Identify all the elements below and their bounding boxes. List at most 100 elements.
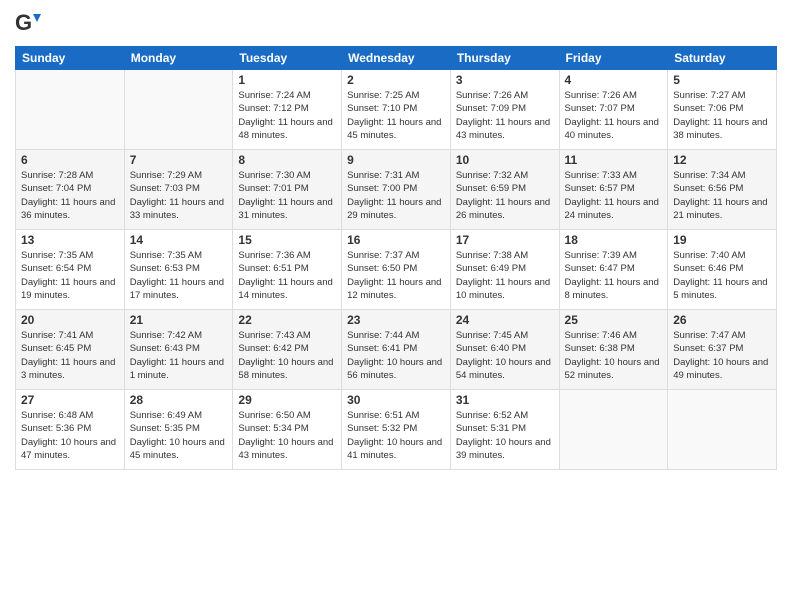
day-info: Sunrise: 7:41 AMSunset: 6:45 PMDaylight:… [21,329,119,382]
calendar-day-cell: 25 Sunrise: 7:46 AMSunset: 6:38 PMDayligh… [559,310,668,390]
calendar-day-cell: 12 Sunrise: 7:34 AMSunset: 6:56 PMDayligh… [668,150,777,230]
day-info: Sunrise: 7:29 AMSunset: 7:03 PMDaylight:… [130,169,228,222]
day-number: 28 [130,393,228,407]
day-number: 7 [130,153,228,167]
calendar-day-cell: 27 Sunrise: 6:48 AMSunset: 5:36 PMDayligh… [16,390,125,470]
day-number: 9 [347,153,445,167]
calendar-day-cell [668,390,777,470]
day-info: Sunrise: 7:35 AMSunset: 6:54 PMDaylight:… [21,249,119,302]
calendar-week-row: 6 Sunrise: 7:28 AMSunset: 7:04 PMDaylight… [16,150,777,230]
calendar-table: SundayMondayTuesdayWednesdayThursdayFrid… [15,46,777,470]
calendar-day-cell [124,70,233,150]
calendar-week-row: 20 Sunrise: 7:41 AMSunset: 6:45 PMDayligh… [16,310,777,390]
day-number: 1 [238,73,336,87]
day-info: Sunrise: 7:33 AMSunset: 6:57 PMDaylight:… [565,169,663,222]
day-number: 24 [456,313,554,327]
day-number: 4 [565,73,663,87]
weekday-header: Friday [559,47,668,70]
day-info: Sunrise: 6:52 AMSunset: 5:31 PMDaylight:… [456,409,554,462]
calendar-day-cell: 13 Sunrise: 7:35 AMSunset: 6:54 PMDayligh… [16,230,125,310]
day-info: Sunrise: 7:30 AMSunset: 7:01 PMDaylight:… [238,169,336,222]
weekday-header: Tuesday [233,47,342,70]
calendar-day-cell: 17 Sunrise: 7:38 AMSunset: 6:49 PMDayligh… [450,230,559,310]
calendar-day-cell: 29 Sunrise: 6:50 AMSunset: 5:34 PMDayligh… [233,390,342,470]
calendar-day-cell: 2 Sunrise: 7:25 AMSunset: 7:10 PMDaylight… [342,70,451,150]
calendar-day-cell: 4 Sunrise: 7:26 AMSunset: 7:07 PMDaylight… [559,70,668,150]
day-number: 8 [238,153,336,167]
calendar-day-cell: 8 Sunrise: 7:30 AMSunset: 7:01 PMDaylight… [233,150,342,230]
day-info: Sunrise: 6:50 AMSunset: 5:34 PMDaylight:… [238,409,336,462]
day-number: 10 [456,153,554,167]
calendar-day-cell: 14 Sunrise: 7:35 AMSunset: 6:53 PMDayligh… [124,230,233,310]
day-info: Sunrise: 7:46 AMSunset: 6:38 PMDaylight:… [565,329,663,382]
weekday-header: Sunday [16,47,125,70]
logo-icon: G [15,10,43,38]
calendar-day-cell [16,70,125,150]
calendar-day-cell: 22 Sunrise: 7:43 AMSunset: 6:42 PMDayligh… [233,310,342,390]
calendar-week-row: 27 Sunrise: 6:48 AMSunset: 5:36 PMDayligh… [16,390,777,470]
calendar-day-cell: 18 Sunrise: 7:39 AMSunset: 6:47 PMDayligh… [559,230,668,310]
day-info: Sunrise: 7:24 AMSunset: 7:12 PMDaylight:… [238,89,336,142]
weekday-header: Thursday [450,47,559,70]
day-number: 22 [238,313,336,327]
calendar-day-cell: 6 Sunrise: 7:28 AMSunset: 7:04 PMDaylight… [16,150,125,230]
day-info: Sunrise: 7:26 AMSunset: 7:09 PMDaylight:… [456,89,554,142]
day-info: Sunrise: 7:34 AMSunset: 6:56 PMDaylight:… [673,169,771,222]
day-number: 12 [673,153,771,167]
weekday-header: Saturday [668,47,777,70]
calendar-day-cell [559,390,668,470]
day-info: Sunrise: 6:49 AMSunset: 5:35 PMDaylight:… [130,409,228,462]
day-info: Sunrise: 7:40 AMSunset: 6:46 PMDaylight:… [673,249,771,302]
calendar-day-cell: 9Sunrise: 7:31 AMSunset: 7:00 PMDaylight… [342,150,451,230]
calendar-day-cell: 21 Sunrise: 7:42 AMSunset: 6:43 PMDayligh… [124,310,233,390]
weekday-header: Wednesday [342,47,451,70]
calendar-day-cell: 31Sunrise: 6:52 AMSunset: 5:31 PMDayligh… [450,390,559,470]
day-info: Sunrise: 7:36 AMSunset: 6:51 PMDaylight:… [238,249,336,302]
day-info: Sunrise: 6:48 AMSunset: 5:36 PMDaylight:… [21,409,119,462]
day-number: 15 [238,233,336,247]
day-number: 25 [565,313,663,327]
day-info: Sunrise: 7:35 AMSunset: 6:53 PMDaylight:… [130,249,228,302]
day-number: 21 [130,313,228,327]
calendar-day-cell: 5 Sunrise: 7:27 AMSunset: 7:06 PMDaylight… [668,70,777,150]
svg-text:G: G [15,10,32,35]
day-number: 2 [347,73,445,87]
calendar-week-row: 13 Sunrise: 7:35 AMSunset: 6:54 PMDayligh… [16,230,777,310]
day-number: 13 [21,233,119,247]
calendar-day-cell: 1 Sunrise: 7:24 AMSunset: 7:12 PMDaylight… [233,70,342,150]
day-info: Sunrise: 7:25 AMSunset: 7:10 PMDaylight:… [347,89,445,142]
day-number: 27 [21,393,119,407]
logo: G [15,10,47,38]
day-number: 20 [21,313,119,327]
day-info: Sunrise: 7:39 AMSunset: 6:47 PMDaylight:… [565,249,663,302]
day-info: Sunrise: 7:27 AMSunset: 7:06 PMDaylight:… [673,89,771,142]
day-info: Sunrise: 7:45 AMSunset: 6:40 PMDaylight:… [456,329,554,382]
day-number: 3 [456,73,554,87]
day-number: 6 [21,153,119,167]
day-number: 29 [238,393,336,407]
day-info: Sunrise: 7:28 AMSunset: 7:04 PMDaylight:… [21,169,119,222]
day-number: 26 [673,313,771,327]
page-header: G [15,10,777,38]
day-number: 14 [130,233,228,247]
day-info: Sunrise: 6:51 AMSunset: 5:32 PMDaylight:… [347,409,445,462]
calendar-day-cell: 26 Sunrise: 7:47 AMSunset: 6:37 PMDayligh… [668,310,777,390]
day-number: 18 [565,233,663,247]
day-number: 17 [456,233,554,247]
day-info: Sunrise: 7:38 AMSunset: 6:49 PMDaylight:… [456,249,554,302]
calendar-day-cell: 30Sunrise: 6:51 AMSunset: 5:32 PMDayligh… [342,390,451,470]
calendar-week-row: 1 Sunrise: 7:24 AMSunset: 7:12 PMDaylight… [16,70,777,150]
day-info: Sunrise: 7:32 AMSunset: 6:59 PMDaylight:… [456,169,554,222]
weekday-header: Monday [124,47,233,70]
day-info: Sunrise: 7:42 AMSunset: 6:43 PMDaylight:… [130,329,228,382]
day-number: 5 [673,73,771,87]
day-info: Sunrise: 7:37 AMSunset: 6:50 PMDaylight:… [347,249,445,302]
day-number: 23 [347,313,445,327]
day-info: Sunrise: 7:26 AMSunset: 7:07 PMDaylight:… [565,89,663,142]
calendar-day-cell: 7 Sunrise: 7:29 AMSunset: 7:03 PMDaylight… [124,150,233,230]
calendar-day-cell: 24 Sunrise: 7:45 AMSunset: 6:40 PMDayligh… [450,310,559,390]
calendar-day-cell: 20 Sunrise: 7:41 AMSunset: 6:45 PMDayligh… [16,310,125,390]
calendar-day-cell: 11Sunrise: 7:33 AMSunset: 6:57 PMDayligh… [559,150,668,230]
day-info: Sunrise: 7:43 AMSunset: 6:42 PMDaylight:… [238,329,336,382]
day-info: Sunrise: 7:47 AMSunset: 6:37 PMDaylight:… [673,329,771,382]
